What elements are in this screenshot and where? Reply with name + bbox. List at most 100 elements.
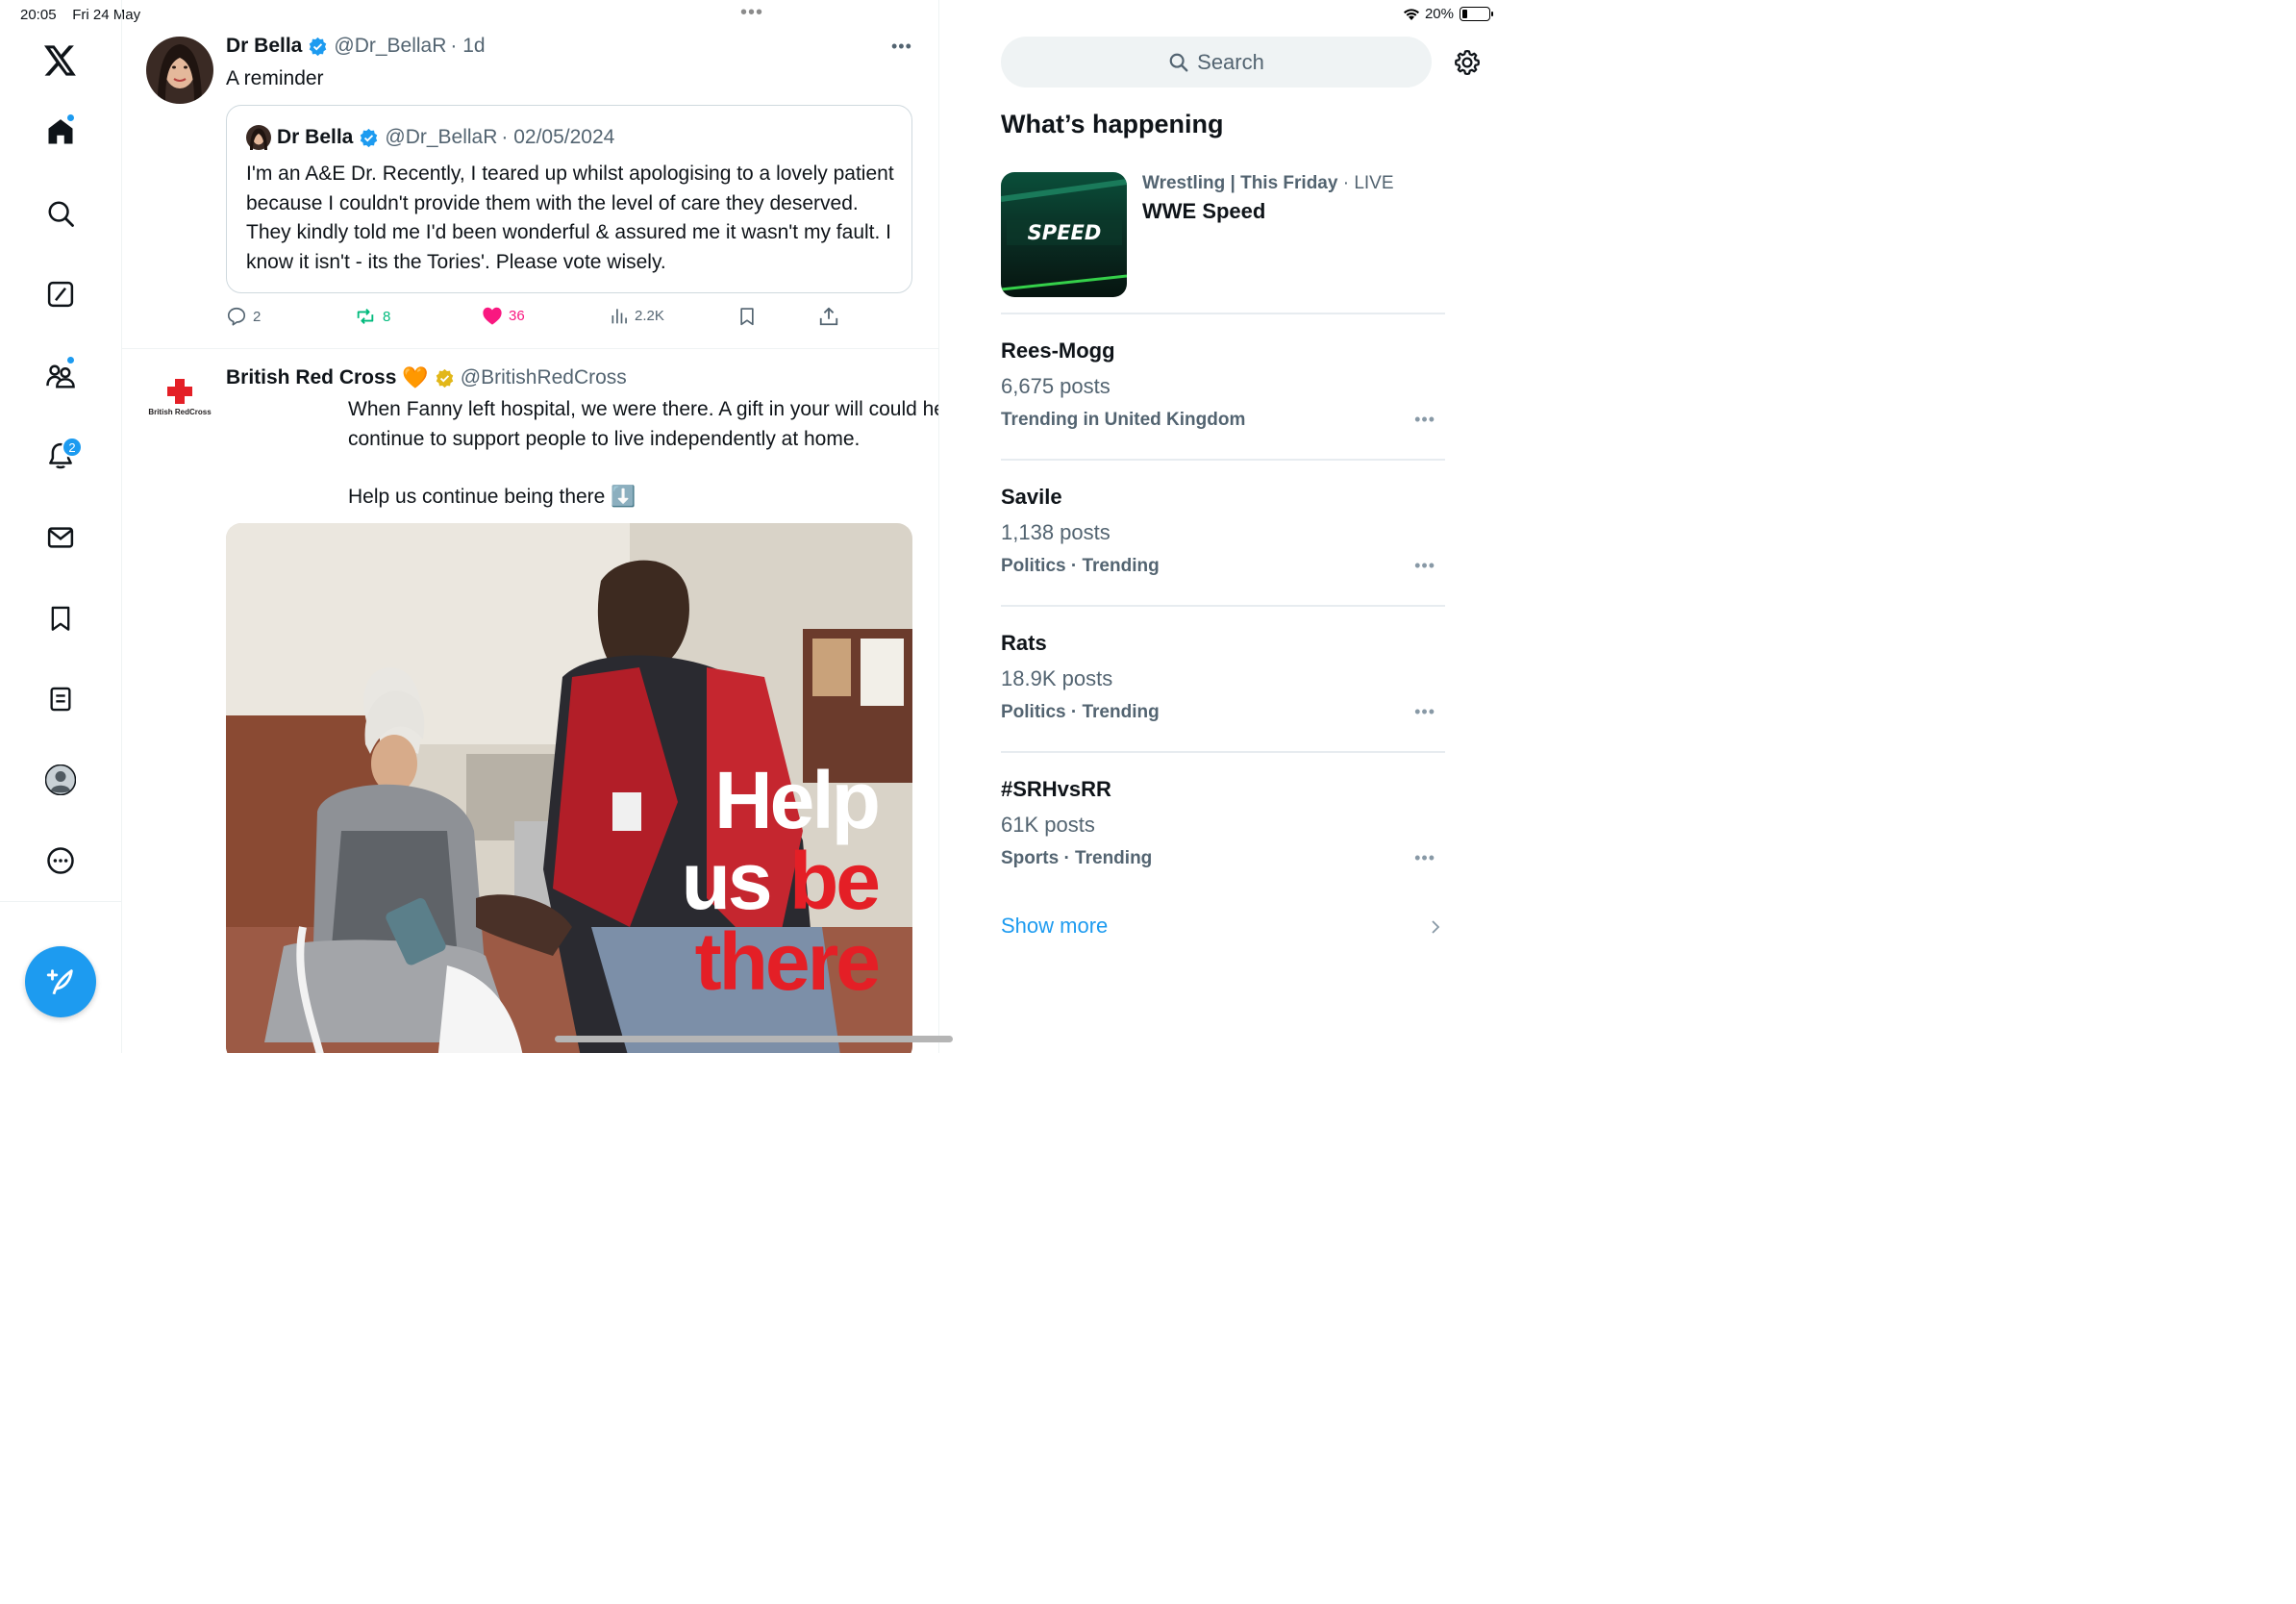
like-button[interactable]: 36	[482, 306, 525, 326]
divider	[1001, 751, 1445, 753]
nav-divider	[0, 901, 122, 902]
grok-icon	[46, 280, 75, 309]
author-name[interactable]: Dr Bella	[226, 35, 302, 58]
nav-messages[interactable]	[38, 515, 83, 560]
quoted-tweet-header: Dr Bella @Dr_BellaR · 02/05/2024	[246, 125, 614, 150]
nav-communities[interactable]	[38, 353, 83, 397]
ad-image-us-text: us	[681, 836, 789, 926]
communities-icon	[45, 361, 76, 389]
quoted-tweet[interactable]: Dr Bella @Dr_BellaR · 02/05/2024 I'm an …	[226, 105, 912, 293]
home-unread-dot	[66, 113, 75, 122]
nav-notifications[interactable]: 2	[38, 434, 83, 478]
trend-more-button[interactable]: •••	[1414, 410, 1435, 430]
main-feed: Dr Bella @Dr_BellaR · 1d ••• A reminder …	[122, 0, 939, 1053]
avatar[interactable]	[146, 37, 213, 104]
trend-posts: 1,138 posts	[1001, 520, 1111, 544]
tweet[interactable]: Dr Bella @Dr_BellaR · 1d ••• A reminder …	[122, 0, 938, 348]
trend-category: Politics · Trending	[1001, 702, 1160, 722]
search-input[interactable]: Search	[1001, 37, 1432, 88]
event-category: Wrestling | This Friday	[1142, 173, 1338, 193]
notifications-badge: 2	[62, 437, 83, 458]
trend-item[interactable]: #SRHvsRR 61K posts Sports · Trending •••	[1001, 777, 1445, 902]
trend-item[interactable]: Savile 1,138 posts Politics · Trending •…	[1001, 485, 1445, 610]
trend-posts: 61K posts	[1001, 813, 1095, 837]
gold-verified-badge-icon	[435, 368, 455, 388]
reply-button[interactable]: 2	[226, 306, 261, 327]
trend-posts: 6,675 posts	[1001, 374, 1111, 398]
trend-category: Politics · Trending	[1001, 556, 1160, 576]
bookmark-button[interactable]	[737, 306, 757, 327]
tweet-text: A reminder	[226, 67, 324, 89]
bookmark-icon	[47, 604, 74, 633]
avatar[interactable]: British RedCross	[146, 365, 213, 433]
event-image: SPEED	[1001, 172, 1127, 297]
quoted-author-handle: @Dr_BellaR	[385, 126, 498, 148]
down-arrow-emoji: ⬇️	[611, 486, 636, 508]
verified-badge-icon	[308, 37, 328, 57]
nav-profile[interactable]	[38, 758, 83, 802]
analytics-icon	[610, 306, 629, 325]
feather-plus-icon	[44, 965, 77, 998]
ad-image-be-text: be	[788, 836, 881, 926]
ad-image-there-text: there	[694, 916, 881, 1007]
tweet-actions: 2 8 36 2.2K	[226, 306, 841, 331]
trend-item[interactable]: Rats 18.9K posts Politics · Trending •••	[1001, 631, 1445, 756]
compose-post-button[interactable]	[25, 946, 96, 1017]
ad-image-help-text: Help	[713, 755, 881, 845]
repost-count: 8	[383, 308, 391, 325]
trend-category: Trending in United Kingdom	[1001, 410, 1246, 430]
author-handle[interactable]: @Dr_BellaR	[334, 35, 446, 58]
reply-count: 2	[253, 308, 262, 325]
trend-category: Sports · Trending	[1001, 848, 1153, 868]
nav-bookmarks[interactable]	[38, 596, 83, 640]
tweet-text-cta: Help us continue being there ⬇️	[348, 482, 938, 512]
nav-home[interactable]	[38, 110, 83, 154]
nav-grok[interactable]	[38, 272, 83, 316]
heart-filled-icon	[482, 306, 503, 326]
reply-icon	[226, 306, 247, 327]
share-icon	[818, 306, 839, 327]
author-handle[interactable]: @BritishRedCross	[461, 366, 627, 389]
repost-icon	[354, 306, 377, 327]
views-button[interactable]: 2.2K	[610, 306, 664, 325]
mail-icon	[46, 523, 75, 552]
search-icon	[46, 199, 75, 228]
trend-item[interactable]: Rees-Mogg 6,675 posts Trending in United…	[1001, 338, 1445, 464]
show-more-link[interactable]: Show more	[1001, 914, 1108, 939]
list-icon	[47, 685, 74, 714]
repost-button[interactable]: 8	[354, 306, 390, 327]
tweet-more-button[interactable]: •••	[891, 37, 912, 57]
tweet-text: When Fanny left hospital, we were there.…	[348, 398, 939, 450]
author-name[interactable]: British Red Cross	[226, 366, 396, 389]
communities-unread-dot	[66, 356, 75, 364]
more-circle-icon	[46, 846, 75, 875]
trend-posts: 18.9K posts	[1001, 666, 1113, 690]
x-logo-icon[interactable]	[38, 38, 83, 83]
trend-name: Rees-Mogg	[1001, 338, 1115, 363]
trend-more-button[interactable]: •••	[1414, 848, 1435, 868]
ad-image[interactable]: Help us be there	[226, 523, 912, 1053]
trend-name: Rats	[1001, 631, 1047, 655]
nav-lists[interactable]	[38, 677, 83, 721]
views-count: 2.2K	[635, 307, 664, 324]
quoted-tweet-text: I'm an A&E Dr. Recently, I teared up whi…	[246, 163, 894, 273]
nav-more[interactable]	[38, 839, 83, 883]
tweet-time[interactable]: · 1d	[450, 35, 485, 58]
verified-badge-icon	[359, 128, 379, 148]
divider	[1001, 459, 1445, 461]
profile-avatar-icon	[45, 764, 76, 795]
search-placeholder: Search	[1197, 49, 1264, 74]
ad-image-us-be-text: us be	[682, 840, 881, 921]
trend-name: Savile	[1001, 485, 1062, 509]
share-button[interactable]	[818, 306, 839, 327]
trend-more-button[interactable]: •••	[1414, 702, 1435, 722]
settings-button[interactable]	[1453, 48, 1482, 77]
home-indicator[interactable]	[555, 1036, 953, 1042]
chevron-right-icon[interactable]	[1430, 918, 1441, 936]
nav-explore[interactable]	[38, 191, 83, 236]
right-sidebar: Search What’s happening SPEED Wrestling …	[939, 0, 1508, 1053]
trend-more-button[interactable]: •••	[1414, 556, 1435, 576]
event-image-text: SPEED	[1028, 221, 1102, 244]
event-live: · LIVE	[1337, 173, 1394, 193]
tweet-header: British Red Cross 🧡 @BritishRedCross	[226, 365, 627, 390]
